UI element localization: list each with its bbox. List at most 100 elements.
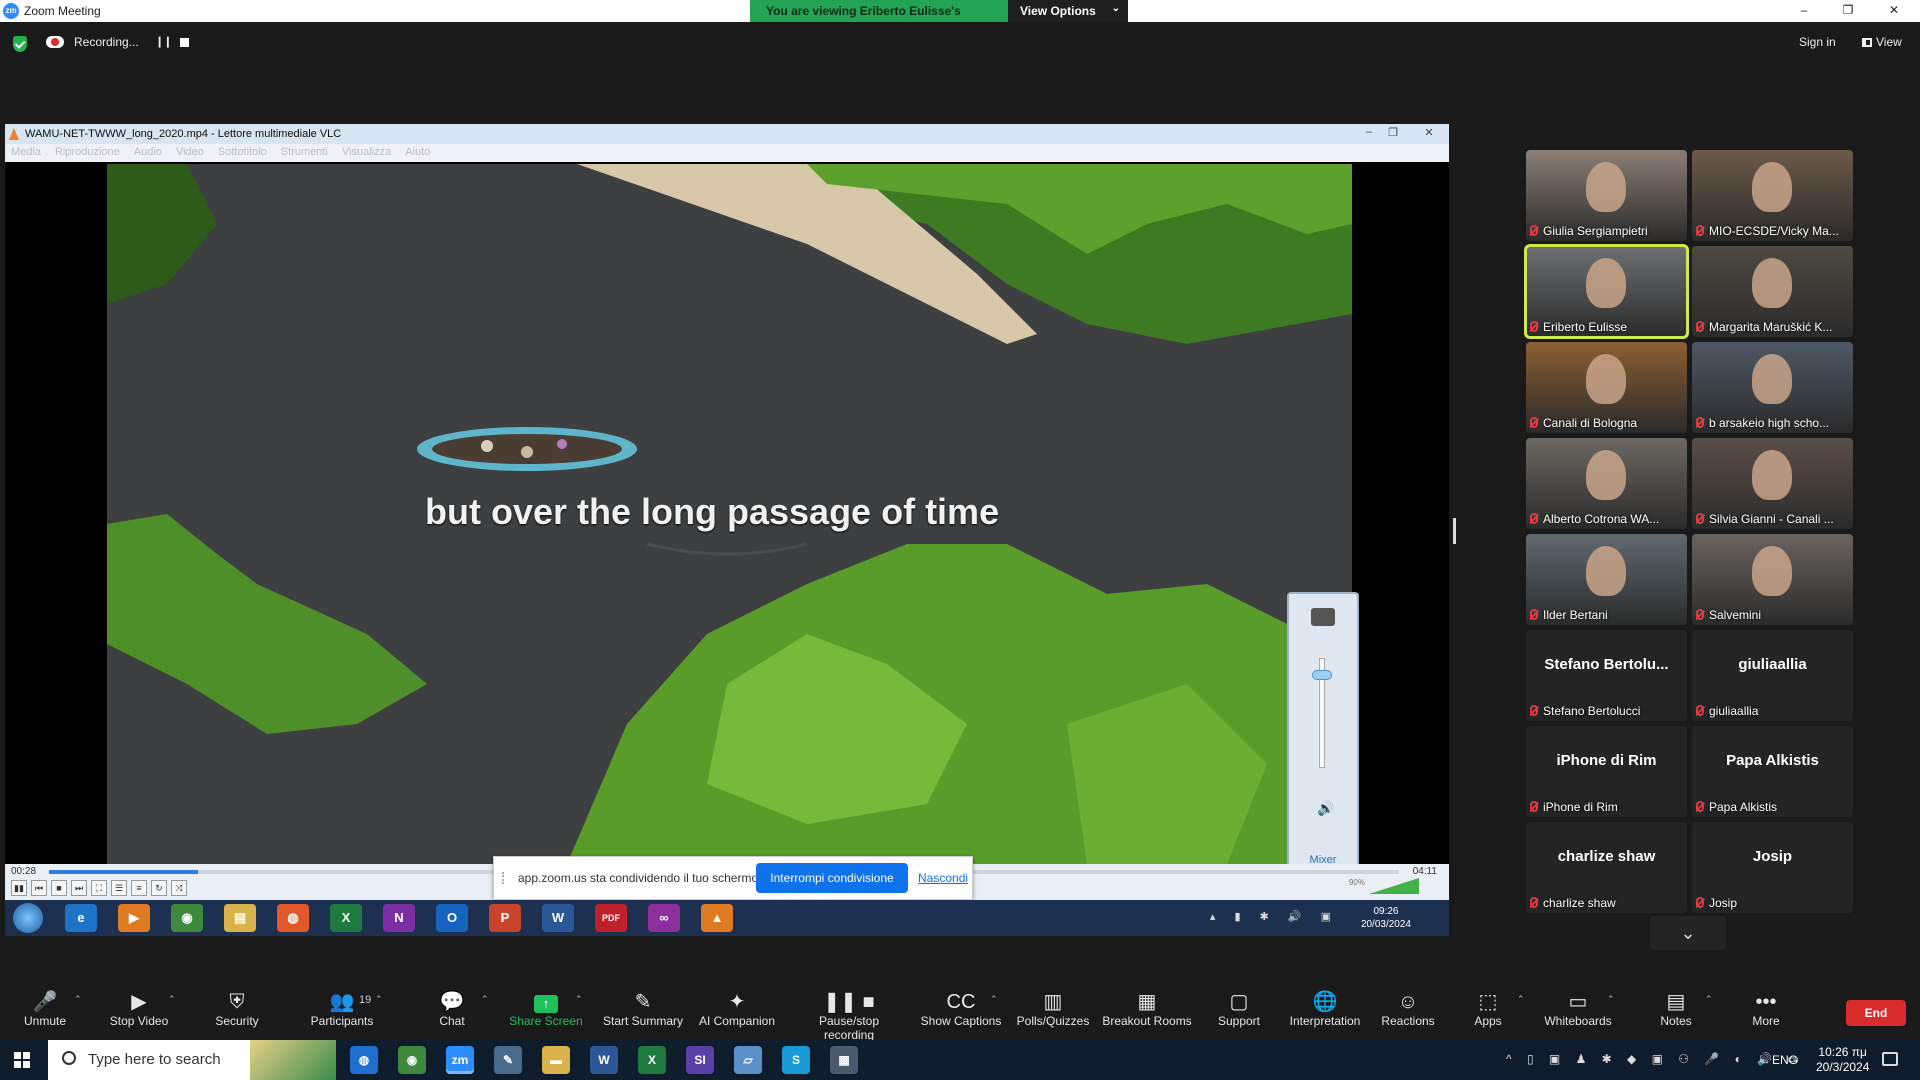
skype-icon[interactable]: S (782, 1046, 810, 1074)
close-button[interactable]: ✕ (1884, 3, 1904, 17)
chat-button[interactable]: 💬 Chat ⌃ (407, 990, 497, 1028)
app-icon[interactable]: SI (686, 1046, 714, 1074)
interpretation-button[interactable]: 🌐 Interpretation (1280, 990, 1370, 1028)
share-arrow-icon: ↑ (534, 995, 558, 1013)
show-captions-label: Show Captions (920, 1014, 1002, 1028)
whiteboards-button[interactable]: ▭ Whiteboards ⌃ (1533, 990, 1623, 1028)
pause-icon: ▮▮ (11, 880, 27, 896)
participant-tile[interactable]: Margarita Maruškić K... (1692, 246, 1853, 337)
vlc-menu-item: Strumenti (280, 146, 328, 158)
security-label: Security (215, 1014, 259, 1028)
start-summary-button[interactable]: ✎ Start Summary (598, 990, 688, 1028)
language-indicator[interactable]: ENG (1772, 1053, 1798, 1067)
splitter-handle[interactable] (1453, 518, 1456, 544)
participant-tile[interactable]: Papa Alkistis Papa Alkistis (1692, 726, 1853, 817)
system-tray[interactable]: ^ ▯ ▣ ♟ ✱ ◆ ▣ ⚇ 🎤 ◐ 🔊 ▭ (1506, 1052, 1805, 1066)
taskbar-search-box[interactable]: Type here to search (48, 1040, 336, 1080)
chevron-up-icon[interactable]: ⌃ (168, 994, 176, 1005)
chevron-up-icon[interactable]: ⌃ (575, 994, 583, 1005)
participant-tile[interactable]: charlize shaw charlize shaw (1526, 822, 1687, 913)
security-button[interactable]: ⛨ Security (192, 990, 282, 1028)
apps-button[interactable]: ⬚ Apps ⌃ (1443, 990, 1533, 1028)
participant-name-label: charlize shaw (1543, 896, 1616, 910)
chrome-icon[interactable]: ◉ (398, 1046, 426, 1074)
breakout-rooms-button[interactable]: ▦ Breakout Rooms (1102, 990, 1192, 1028)
vlc-minimize-button: – (1365, 126, 1373, 138)
notes-button[interactable]: ▤ Notes ⌃ (1631, 990, 1721, 1028)
participant-tile[interactable]: b arsakeio high scho... (1692, 342, 1853, 433)
participant-tile[interactable]: giuliaallia giuliaallia (1692, 630, 1853, 721)
participant-tile[interactable]: Alberto Cotrona WA... (1526, 438, 1687, 529)
participant-tile[interactable]: Giulia Sergiampietri (1526, 150, 1687, 241)
support-icon: ▢ (1229, 991, 1249, 1013)
outlook-icon: O (436, 904, 468, 932)
participant-tile[interactable]: Silvia Gianni - Canali ... (1692, 438, 1853, 529)
minimize-button[interactable]: – (1794, 3, 1814, 17)
vlc-menu-item: Media (11, 146, 41, 158)
maximize-button[interactable]: ❐ (1838, 3, 1858, 17)
ai-companion-button[interactable]: ✦ AI Companion (692, 990, 782, 1028)
stop-recording-icon[interactable] (180, 38, 189, 47)
shuffle-icon: ⤨ (171, 880, 187, 896)
view-options-label: View Options (1020, 4, 1096, 18)
participant-tile[interactable]: Stefano Bertolu... Stefano Bertolucci (1526, 630, 1687, 721)
gallery-scroll-down-button[interactable]: ⌄ (1650, 916, 1726, 950)
polls-icon: ▥ (1043, 991, 1063, 1013)
chevron-up-icon[interactable]: ⌃ (1705, 994, 1713, 1005)
calculator-icon[interactable]: ▦ (830, 1046, 858, 1074)
participant-name: Salvemini (1696, 608, 1848, 622)
more-button[interactable]: ••• More (1721, 990, 1811, 1028)
encryption-shield-icon[interactable] (13, 36, 27, 52)
show-captions-button[interactable]: CC Show Captions ⌃ (916, 990, 1006, 1028)
view-options-button[interactable]: View Options ⌄ (1008, 0, 1128, 22)
chevron-down-icon: ⌄ (1111, 3, 1120, 14)
participant-tile[interactable]: Eriberto Eulisse (1524, 244, 1689, 339)
paint-icon[interactable]: ✎ (494, 1046, 522, 1074)
participant-name-label: Silvia Gianni - Canali ... (1709, 512, 1834, 526)
muted-mic-icon (1530, 225, 1538, 236)
view-label: View (1876, 35, 1902, 49)
chevron-up-icon[interactable]: ⌃ (74, 994, 82, 1005)
vlc-menu-item: Audio (133, 146, 162, 158)
view-button[interactable]: View (1862, 35, 1902, 49)
loop-icon: ↻ (151, 880, 167, 896)
chevron-up-icon[interactable]: ⌃ (990, 994, 998, 1005)
app-icon[interactable]: ◍ (350, 1046, 378, 1074)
participants-button[interactable]: 👥 Participants 19 ⌃ (297, 990, 387, 1028)
unmute-button[interactable]: 🎤 Unmute ⌃ (0, 990, 90, 1028)
sign-in-link[interactable]: Sign in (1799, 35, 1836, 49)
chevron-up-icon[interactable]: ⌃ (1517, 994, 1525, 1005)
polls-quizzes-button[interactable]: ▥ Polls/Quizzes (1008, 990, 1098, 1028)
app-icon[interactable]: ▱ (734, 1046, 762, 1074)
participant-tile[interactable]: Salvemini (1692, 534, 1853, 625)
word-icon[interactable]: W (590, 1046, 618, 1074)
reactions-button[interactable]: ☺ Reactions (1363, 990, 1453, 1028)
support-button[interactable]: ▢ Support (1194, 990, 1284, 1028)
participant-name-label: Giulia Sergiampietri (1543, 224, 1648, 238)
stop-video-button[interactable]: ▶ Stop Video ⌃ (94, 990, 184, 1028)
muted-mic-icon (1696, 705, 1704, 716)
pause-recording-icon[interactable]: ❙❙ (155, 35, 172, 48)
end-meeting-button[interactable]: End (1846, 1000, 1906, 1026)
vlc-menu-item: Sottotitolo (217, 146, 267, 158)
participant-tile[interactable]: iPhone di Rim iPhone di Rim (1526, 726, 1687, 817)
notification-icon[interactable] (1882, 1052, 1898, 1066)
pause-stop-recording-button[interactable]: ❚❚ ■ Pause/stop recording (804, 990, 894, 1042)
excel-icon[interactable]: X (638, 1046, 666, 1074)
windows-taskbar: Type here to search ◍ ◉ zm ✎ ▬ W X SI ▱ … (0, 1040, 1920, 1080)
participant-tile[interactable]: Ilder Bertani (1526, 534, 1687, 625)
chevron-up-icon[interactable]: ⌃ (375, 994, 383, 1005)
sharing-message: app.zoom.us sta condividendo il tuo sche… (518, 871, 762, 885)
share-screen-button[interactable]: ↑ Share Screen ⌃ (501, 990, 591, 1028)
participant-tile[interactable]: Josip Josip (1692, 822, 1853, 913)
taskbar-clock[interactable]: 10:26 πμ 20/3/2024 (1816, 1045, 1869, 1075)
muted-mic-icon (1530, 705, 1538, 716)
participant-tile[interactable]: MIO-ECSDE/Vicky Ma... (1692, 150, 1853, 241)
participant-count-badge: 19 (359, 994, 372, 1006)
chevron-up-icon[interactable]: ⌃ (1607, 994, 1615, 1005)
participant-tile[interactable]: Canali di Bologna (1526, 342, 1687, 433)
windows-start-icon[interactable] (14, 1052, 30, 1068)
file-explorer-icon[interactable]: ▬ (542, 1046, 570, 1074)
zoom-icon[interactable]: zm (446, 1046, 474, 1074)
chevron-up-icon[interactable]: ⌃ (481, 994, 489, 1005)
